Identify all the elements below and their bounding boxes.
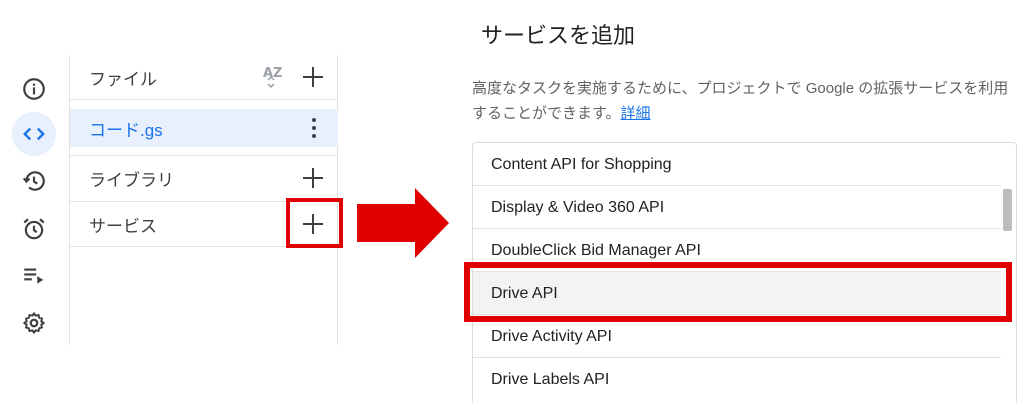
more-vert-icon[interactable] [312,118,316,138]
drive-api-highlight-box [464,262,1012,322]
service-item-content-api[interactable]: Content API for Shopping [473,143,1001,186]
service-name: Drive Activity API [491,327,612,345]
scrollbar-thumb[interactable] [1003,189,1012,231]
add-file-plus-icon[interactable] [301,65,325,89]
history-icon [22,171,45,191]
service-name: Display & Video 360 API [491,198,665,216]
divider [70,155,338,156]
learn-more-link[interactable]: 詳細 [621,105,651,122]
code-icon [23,127,45,141]
files-header: ファイル AZ [70,55,338,99]
executions-list-button[interactable] [12,253,56,297]
service-name: Drive Labels API [491,370,610,388]
service-name: Content API for Shopping [491,155,672,173]
editor-button[interactable] [12,112,56,156]
left-rail [10,55,70,345]
service-name: DoubleClick Bid Manager API [491,241,701,259]
triggers-button[interactable] [12,207,56,251]
project-settings-button[interactable] [12,301,56,345]
add-library-plus-icon[interactable] [301,166,325,190]
libraries-label: ライブラリ [89,170,174,190]
dialog-description: 高度なタスクを実施するために、プロジェクトで Google の拡張サービスを利用… [472,76,1017,126]
service-item-display-video-360[interactable]: Display & Video 360 API [473,186,1001,229]
info-icon [23,78,45,100]
sort-az-icon[interactable]: AZ [262,62,292,92]
overview-button[interactable] [12,67,56,111]
red-arrow-icon [357,188,449,258]
file-item-code-gs[interactable]: コード.gs [70,109,338,147]
service-item-drive-labels-api[interactable]: Drive Labels API [473,358,1001,401]
libraries-row: ライブラリ [70,159,338,197]
divider [70,99,338,100]
description-text: 高度なタスクを実施するために、プロジェクトで Google の拡張サービスを利用… [472,80,1009,122]
playlist-play-icon [24,268,44,284]
files-label: ファイル [89,69,157,89]
add-service-highlight-box [286,198,343,248]
dialog-title: サービスを追加 [481,23,636,48]
gear-icon [23,312,45,334]
services-label: サービス [89,216,157,236]
executions-button[interactable] [12,159,56,203]
file-name: コード.gs [89,120,163,140]
alarm-icon [23,218,45,240]
